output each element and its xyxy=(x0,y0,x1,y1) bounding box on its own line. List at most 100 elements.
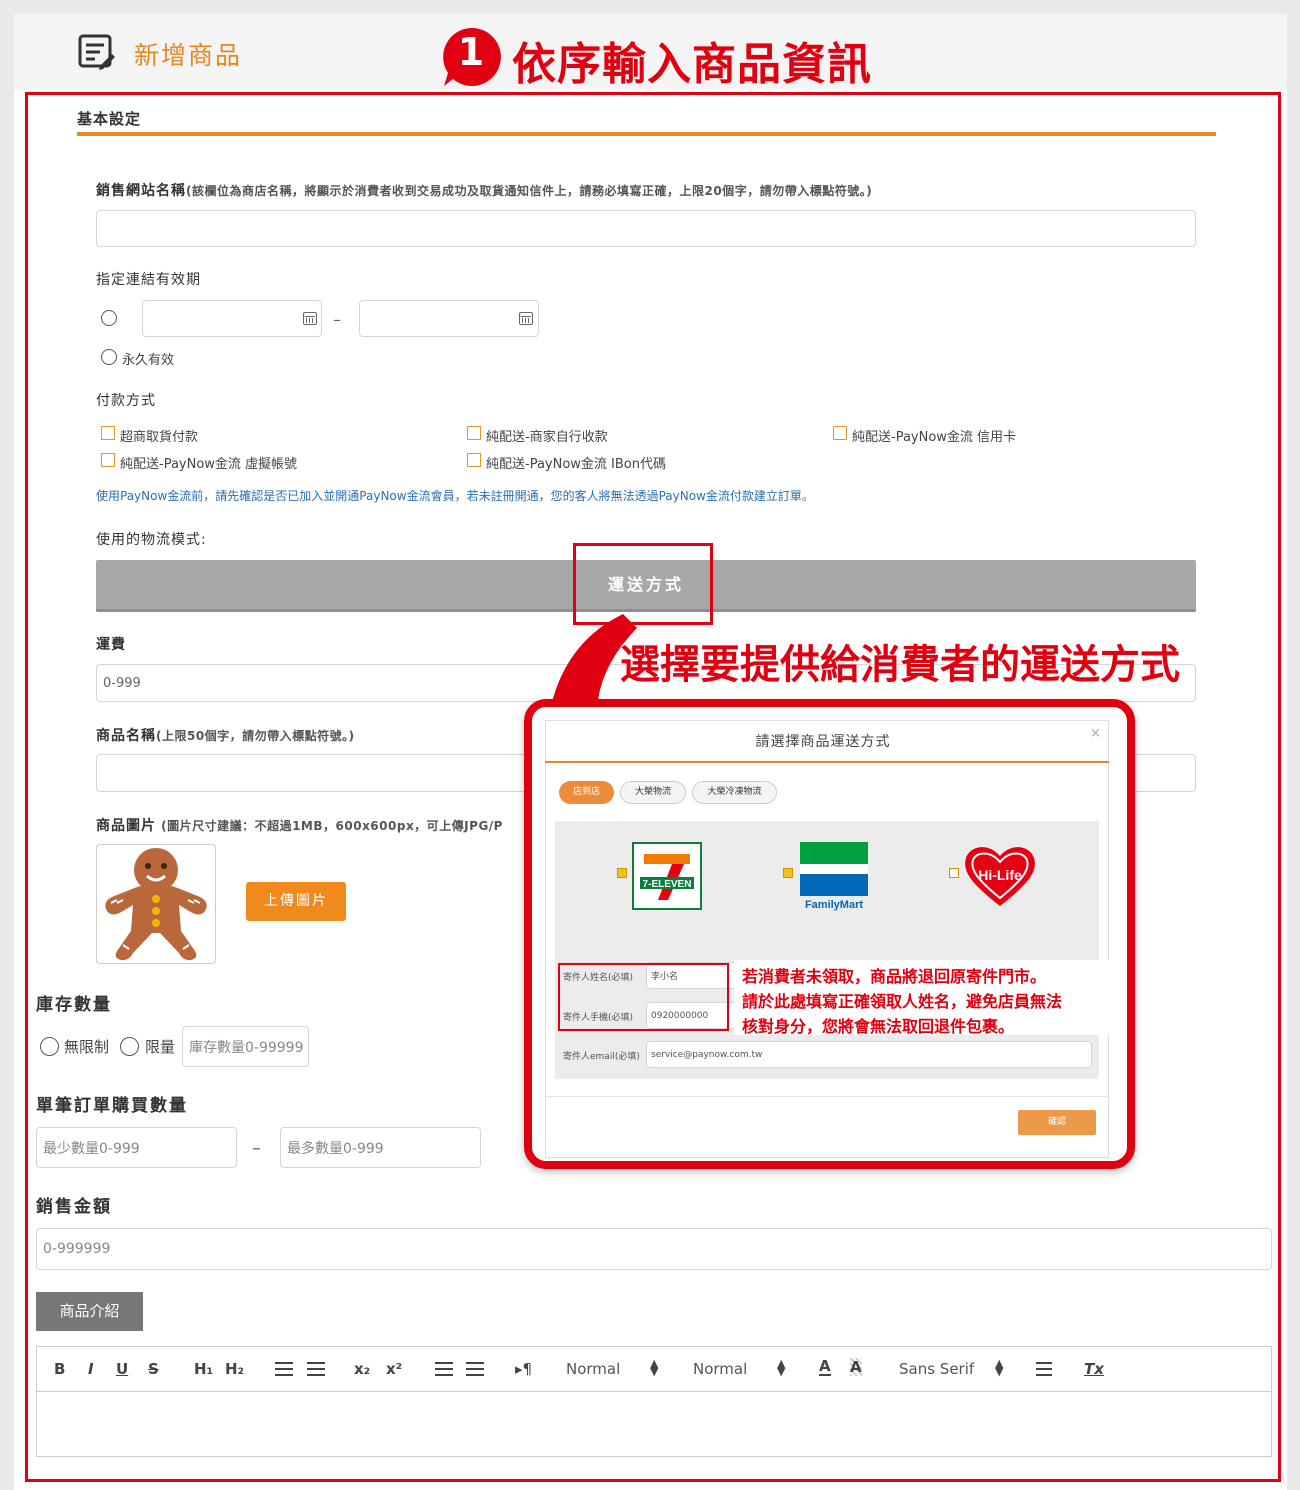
modal-divider xyxy=(545,761,1109,763)
logo-text-711: 7-ELEVEN xyxy=(643,879,692,890)
validity-start-date[interactable] xyxy=(142,300,322,337)
warning-line: 請於此處填寫正確領取人姓名，避免店員無法 xyxy=(742,992,1063,1011)
upload-image-label: 上傳圖片 xyxy=(264,893,328,909)
align-icon[interactable] xyxy=(1036,1362,1052,1376)
stock-limited-radio[interactable] xyxy=(120,1037,139,1056)
superscript-button[interactable]: x² xyxy=(386,1360,402,1378)
tab-product-intro-label: 商品介紹 xyxy=(59,1302,120,1320)
product-image-label-row: 商品圖片 (圖片尺寸建議：不超過1MB，600x600px，可上傳JPG/P xyxy=(96,815,503,835)
size-select-1[interactable]: Normal xyxy=(566,1360,620,1378)
stock-quantity-input[interactable]: 庫存數量0-99999 xyxy=(182,1026,309,1067)
order-qty-dash: – xyxy=(252,1138,261,1159)
page-title: 新增商品 xyxy=(134,41,243,70)
site-name-label: 銷售網站名稱 xyxy=(96,183,186,199)
validity-forever-radio[interactable] xyxy=(101,349,117,365)
h2-button[interactable]: H₂ xyxy=(225,1360,244,1378)
modal-tab-tjoin-frozen[interactable]: 大榮冷凍物流 xyxy=(692,781,777,804)
gingerbread-image xyxy=(105,848,207,961)
payment-option-checkbox[interactable] xyxy=(467,453,481,467)
shipping-fee-placeholder: 0-999 xyxy=(103,675,141,691)
editor-body[interactable] xyxy=(36,1391,1272,1457)
site-name-hint: (該欄位為商店名稱，將顯示於消費者收到交易成功及取貨通知信件上，請務必填寫正確，… xyxy=(186,184,873,198)
modal-tab-label: 大榮冷凍物流 xyxy=(707,787,762,797)
validity-end-date[interactable] xyxy=(359,300,539,337)
indent-icon[interactable] xyxy=(466,1362,484,1376)
tab-product-intro[interactable]: 商品介紹 xyxy=(36,1292,143,1331)
stock-unlimited-radio[interactable] xyxy=(40,1037,59,1056)
form-edit-icon xyxy=(78,34,116,70)
h1-button[interactable]: H₁ xyxy=(194,1360,213,1378)
modal-tab-store[interactable]: 店到店 xyxy=(559,781,614,804)
order-min-placeholder: 最少數量0-999 xyxy=(43,1140,140,1157)
product-name-hint: (上限50個字，請勿帶入標點符號。) xyxy=(156,729,355,743)
payment-option-label: 超商取貨付款 xyxy=(120,430,199,445)
italic-button[interactable]: I xyxy=(88,1360,94,1378)
background-color-icon[interactable]: A xyxy=(850,1358,862,1376)
order-qty-label: 單筆訂單購買數量 xyxy=(36,1096,188,1116)
size-select-2[interactable]: Normal xyxy=(693,1360,747,1378)
bold-button[interactable]: B xyxy=(54,1360,65,1378)
step-number: 1 xyxy=(457,30,485,74)
font-color-icon[interactable]: A xyxy=(819,1358,831,1376)
payment-option-checkbox[interactable] xyxy=(101,453,115,467)
ordered-list-icon[interactable] xyxy=(275,1362,293,1376)
calendar-icon[interactable] xyxy=(303,312,317,325)
familymart-logo: FamilyMart xyxy=(800,842,868,912)
store-checkbox-hilife[interactable] xyxy=(949,868,959,878)
shipping-fee-label: 運費 xyxy=(96,637,126,653)
payment-label: 付款方式 xyxy=(96,393,156,409)
product-image-preview xyxy=(96,844,216,964)
modal-confirm-button[interactable]: 確認 xyxy=(1018,1110,1096,1135)
order-max-placeholder: 最多數量0-999 xyxy=(287,1140,384,1157)
payment-option-label: 純配送-PayNow金流 IBon代碼 xyxy=(486,457,666,472)
upload-image-button[interactable]: 上傳圖片 xyxy=(246,882,346,921)
section-title: 基本設定 xyxy=(77,110,142,128)
store-checkbox-familymart[interactable] xyxy=(783,868,793,878)
clear-format-button[interactable]: Tx xyxy=(1084,1360,1104,1378)
payment-option-checkbox[interactable] xyxy=(101,426,115,440)
payment-option-checkbox[interactable] xyxy=(833,426,847,440)
font-select[interactable]: Sans Serif xyxy=(899,1360,974,1378)
text-direction-icon[interactable]: ▸¶ xyxy=(515,1360,532,1378)
sender-email-value: service@paynow.com.tw xyxy=(651,1049,763,1060)
bullet-list-icon[interactable] xyxy=(307,1362,325,1376)
order-min-input[interactable]: 最少數量0-999 xyxy=(36,1127,237,1168)
outdent-icon[interactable] xyxy=(435,1362,453,1376)
subscript-button[interactable]: x₂ xyxy=(354,1360,370,1378)
modal-confirm-label: 確認 xyxy=(1047,1117,1066,1127)
modal-footer-divider xyxy=(545,1096,1109,1097)
price-label: 銷售金額 xyxy=(36,1197,112,1217)
warning-line: 若消費者未領取，商品將退回原寄件門市。 xyxy=(742,967,1047,986)
strike-button[interactable]: S xyxy=(148,1360,159,1378)
price-input[interactable]: 0-999999 xyxy=(36,1228,1272,1270)
paynow-note: 使用PayNow金流前，請先確認是否已加入並開通PayNow金流會員，若未註冊開… xyxy=(96,489,814,503)
site-name-input[interactable] xyxy=(96,210,1196,247)
warning-line: 核對身分，您將會無法取回退件包裹。 xyxy=(742,1017,1015,1036)
calendar-icon[interactable] xyxy=(519,312,533,325)
validity-dash: – xyxy=(333,310,341,329)
logistics-label: 使用的物流模式: xyxy=(96,532,207,548)
chevron-updown-icon[interactable]: ▲ ▼ xyxy=(995,1358,1003,1377)
payment-option-checkbox[interactable] xyxy=(467,426,481,440)
payment-option-label: 純配送-PayNow金流 虛擬帳號 xyxy=(120,457,298,472)
chevron-updown-icon[interactable]: ▲ ▼ xyxy=(777,1358,785,1377)
hilife-logo: Hi-Life xyxy=(962,842,1038,908)
payment-option-label: 純配送-商家自行收款 xyxy=(486,430,608,445)
product-image-hint: (圖片尺寸建議：不超過1MB，600x600px，可上傳JPG/P xyxy=(161,819,503,833)
chevron-updown-icon[interactable]: ▲ ▼ xyxy=(650,1358,658,1377)
logo-text-familymart: FamilyMart xyxy=(805,899,863,911)
order-max-input[interactable]: 最多數量0-999 xyxy=(280,1127,481,1168)
payment-option-label: 純配送-PayNow金流 信用卡 xyxy=(852,430,1017,445)
validity-range-radio[interactable] xyxy=(101,310,117,326)
modal-tab-tjoin[interactable]: 大榮物流 xyxy=(620,781,686,804)
modal-close-icon[interactable]: × xyxy=(1090,726,1101,741)
stock-label: 庫存數量 xyxy=(36,995,112,1015)
price-placeholder: 0-999999 xyxy=(43,1241,111,1257)
validity-label: 指定連結有效期 xyxy=(96,272,201,288)
modal-tab-label: 大榮物流 xyxy=(634,787,671,797)
store-checkbox-711[interactable] xyxy=(617,868,627,878)
sender-email-input[interactable]: service@paynow.com.tw xyxy=(646,1041,1092,1068)
sender-email-label: 寄件人email(必填) xyxy=(563,1052,640,1062)
callout-title: 選擇要提供給消費者的運送方式 xyxy=(620,642,1180,688)
underline-button[interactable]: U xyxy=(116,1360,128,1378)
